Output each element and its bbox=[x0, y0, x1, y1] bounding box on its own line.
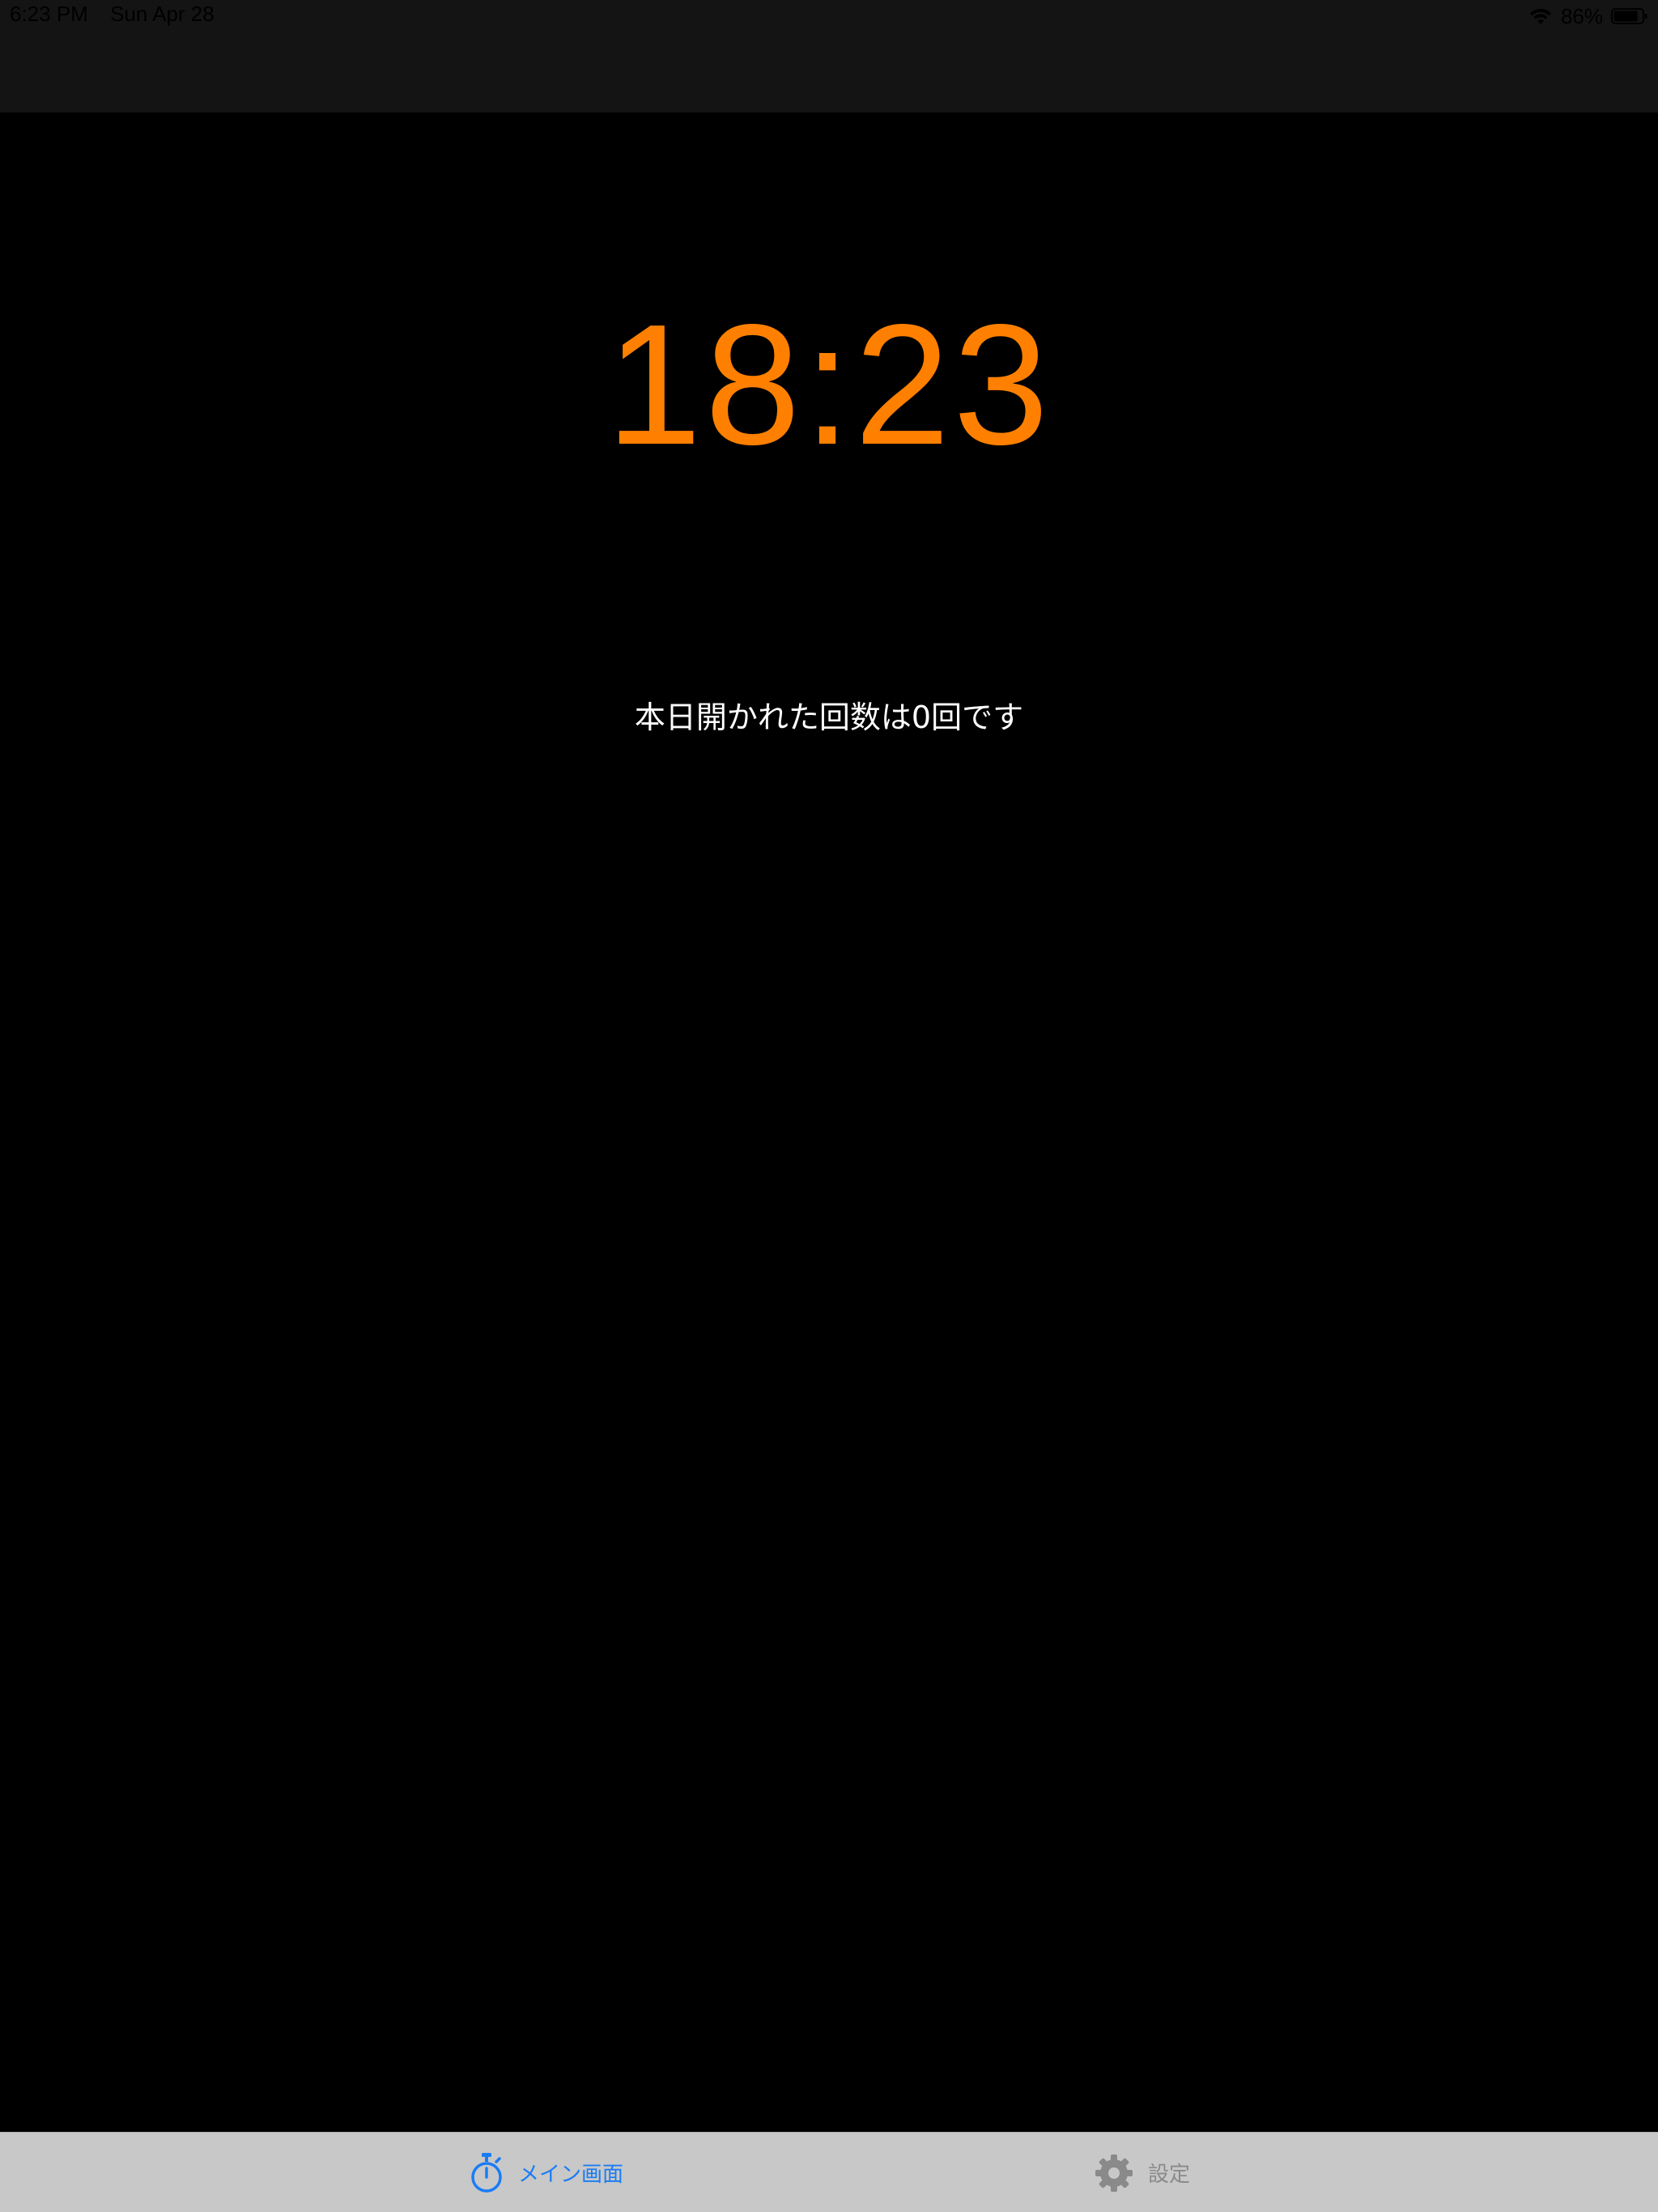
clock-display: 18:23 bbox=[606, 288, 1052, 480]
tab-main-screen-label: メイン画面 bbox=[518, 2163, 624, 2187]
status-date: Sun Apr 28 bbox=[110, 2, 215, 26]
stopwatch-icon bbox=[470, 2151, 504, 2195]
tab-main-screen[interactable]: メイン画面 bbox=[470, 2133, 623, 2212]
wifi-icon bbox=[1528, 6, 1553, 26]
battery-percent: 86% bbox=[1560, 3, 1603, 28]
status-and-nav-bar: 6:23 PM Sun Apr 28 86% bbox=[0, 0, 1658, 113]
open-count-message: 本日開かれた回数は0回です bbox=[634, 700, 1024, 735]
gear-icon bbox=[1095, 2154, 1133, 2193]
tab-settings[interactable]: 設定 bbox=[1095, 2133, 1190, 2212]
status-bar-left: 6:23 PM Sun Apr 28 bbox=[10, 2, 231, 27]
tab-settings-label: 設定 bbox=[1148, 2163, 1191, 2187]
status-time: 6:23 PM bbox=[10, 2, 88, 26]
battery-icon bbox=[1611, 7, 1648, 25]
app-screen: 6:23 PM Sun Apr 28 86% 18:23 本日開かれた回数は0回… bbox=[0, 0, 1658, 2212]
status-bar-right: 86% bbox=[1528, 2, 1648, 31]
tab-bar: メイン画面 設定 bbox=[0, 2132, 1658, 2212]
